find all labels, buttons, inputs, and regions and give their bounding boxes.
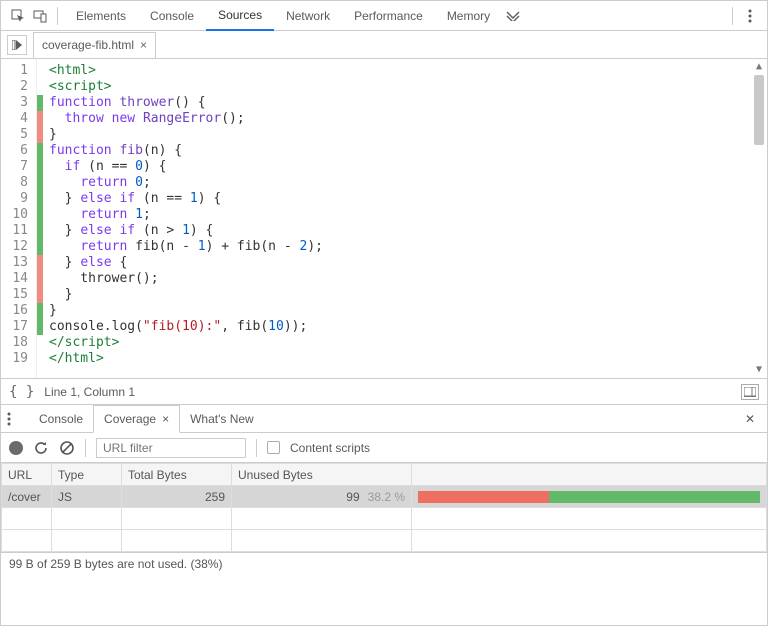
tab-sources[interactable]: Sources (206, 1, 274, 31)
separator (256, 439, 257, 457)
usage-bar (418, 491, 760, 503)
coverage-footer: 99 B of 259 B bytes are not used. (38%) (1, 552, 767, 575)
panel-tabs: ElementsConsoleSourcesNetworkPerformance… (64, 1, 502, 31)
drawer-menu-icon[interactable] (7, 412, 29, 426)
more-tabs-icon[interactable] (502, 5, 524, 27)
url-filter-input[interactable] (96, 438, 246, 458)
table-header: URLTypeTotal BytesUnused Bytes (2, 464, 767, 486)
kebab-menu-icon[interactable] (739, 5, 761, 27)
file-tab-label: coverage-fib.html (42, 38, 134, 52)
content-scripts-label: Content scripts (290, 441, 370, 455)
cell-total: 259 (122, 486, 232, 508)
content-scripts-checkbox[interactable] (267, 441, 280, 454)
cell-unused: 9938.2 % (232, 486, 412, 508)
pretty-print-icon[interactable]: { } (9, 384, 34, 400)
separator (85, 439, 86, 457)
inspect-icon[interactable] (7, 5, 29, 27)
drawer-tab-coverage[interactable]: Coverage× (93, 405, 180, 433)
file-tab-row: coverage-fib.html × (1, 31, 767, 59)
clear-icon[interactable] (59, 440, 75, 456)
separator (57, 7, 58, 25)
col-type[interactable]: Type (52, 464, 122, 486)
device-icon[interactable] (29, 5, 51, 27)
tab-elements[interactable]: Elements (64, 1, 138, 31)
drawer-tab-console[interactable]: Console (29, 405, 93, 433)
table-row[interactable]: /cover JS 259 9938.2 % (2, 486, 767, 508)
col-unused-bytes[interactable]: Unused Bytes (232, 464, 412, 486)
editor-status-bar: { } Line 1, Column 1 (1, 379, 767, 405)
close-icon[interactable]: × (140, 38, 147, 52)
code-area[interactable]: <html><script>function thrower() { throw… (43, 59, 767, 378)
tab-memory[interactable]: Memory (435, 1, 502, 31)
cell-url: /cover (2, 486, 52, 508)
scroll-thumb[interactable] (754, 75, 764, 145)
coverage-table: URLTypeTotal BytesUnused Bytes /cover JS… (1, 463, 767, 552)
scroll-down-icon[interactable]: ▼ (753, 364, 765, 376)
record-icon[interactable] (9, 441, 23, 455)
cursor-position: Line 1, Column 1 (44, 385, 135, 399)
close-icon[interactable]: × (162, 412, 169, 426)
coverage-toolbar: Content scripts (1, 433, 767, 463)
drawer-close-icon[interactable]: ✕ (739, 412, 761, 426)
tab-console[interactable]: Console (138, 1, 206, 31)
tab-performance[interactable]: Performance (342, 1, 435, 31)
separator (732, 7, 733, 25)
tab-network[interactable]: Network (274, 1, 342, 31)
drawer-tab-what-s-new[interactable]: What's New (180, 405, 264, 433)
scrollbar[interactable]: ▲ ▼ (753, 61, 765, 376)
main-toolbar: ElementsConsoleSourcesNetworkPerformance… (1, 1, 767, 31)
col-url[interactable]: URL (2, 464, 52, 486)
col-bar[interactable] (412, 464, 767, 486)
reload-icon[interactable] (33, 440, 49, 456)
drawer-tabs: ConsoleCoverage×What's New ✕ (1, 405, 767, 433)
scroll-up-icon[interactable]: ▲ (753, 61, 765, 73)
cell-type: JS (52, 486, 122, 508)
table-row[interactable] (2, 508, 767, 530)
code-editor[interactable]: 12345678910111213141516171819 <html><scr… (1, 59, 767, 379)
line-gutter: 12345678910111213141516171819 (1, 59, 37, 378)
file-tab[interactable]: coverage-fib.html × (33, 32, 156, 58)
file-nav-icon[interactable] (7, 35, 27, 55)
col-total-bytes[interactable]: Total Bytes (122, 464, 232, 486)
sidebar-toggle-icon[interactable] (741, 384, 759, 400)
table-row[interactable] (2, 530, 767, 552)
cell-bar (412, 486, 767, 508)
